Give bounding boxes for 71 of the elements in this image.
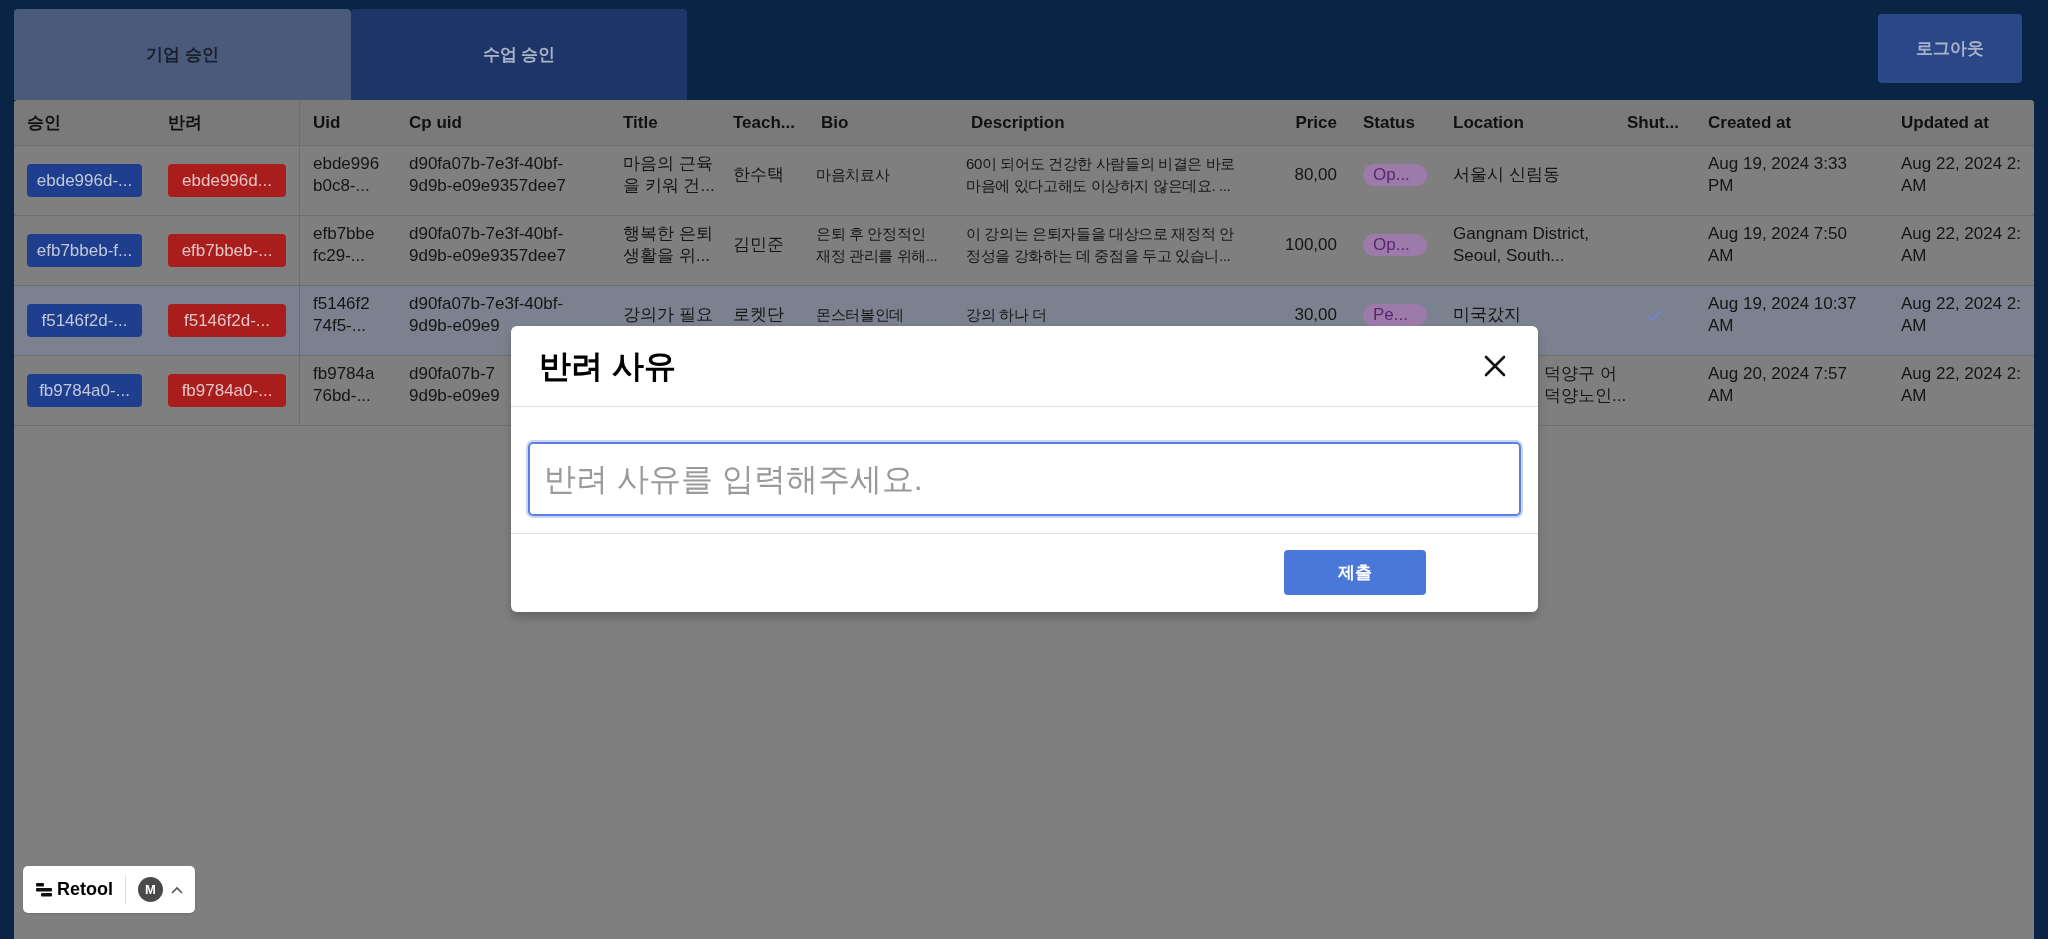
- table-cell: ebde996 b0c8-...: [313, 152, 380, 197]
- column-header[interactable]: Created at: [1695, 109, 1888, 136]
- status-badge: Op...: [1363, 163, 1427, 186]
- table-cell-text: 몬스터볼인데: [816, 304, 904, 325]
- table-cell: 한수택: [733, 163, 784, 186]
- reject-button[interactable]: fb9784a0-...: [168, 374, 286, 407]
- approve-button[interactable]: f5146f2d-...: [27, 304, 142, 337]
- table-cell-text: 이 강의는 은퇴자들을 대상으로 재정적 안 정성을 강화하는 데 중점을 두고 있습니...: [966, 223, 1234, 266]
- column-header[interactable]: Title: [610, 109, 720, 136]
- table-cell: Aug 22, 2024 2: AM: [1901, 152, 2022, 197]
- column-header[interactable]: 승인: [14, 109, 155, 136]
- table-cell: efb7bbe fc29-...: [313, 222, 375, 267]
- table-cell: 행복한 은퇴 생활을 위...: [623, 222, 713, 267]
- table-cell-text: 마음치료사: [816, 164, 890, 185]
- reject-button[interactable]: efb7bbeb-...: [168, 234, 286, 267]
- approve-button[interactable]: efb7bbeb-f...: [27, 234, 142, 267]
- close-icon[interactable]: [1484, 355, 1506, 377]
- column-header[interactable]: Status: [1350, 109, 1440, 136]
- column-header[interactable]: Updated at: [1888, 109, 2034, 136]
- approve-button[interactable]: ebde996d-...: [27, 164, 142, 197]
- table-cell: Aug 22, 2024 2: AM: [1901, 362, 2022, 407]
- logout-button[interactable]: 로그아웃: [1878, 14, 2022, 83]
- table-cell: 미국갔지: [1453, 303, 1521, 326]
- table-cell: 덕양구 어 덕양노인...: [1544, 362, 1627, 407]
- table-cell-text: 강의 하나 더: [966, 304, 1047, 325]
- tab[interactable]: 수업 승인: [351, 9, 687, 100]
- column-header[interactable]: Shut...: [1614, 109, 1695, 136]
- table-cell: d90fa07b-7e3f-40bf- 9d9b-e09e9357dee7: [409, 152, 566, 197]
- reject-button[interactable]: ebde996d...: [168, 164, 286, 197]
- user-avatar[interactable]: M: [138, 877, 163, 902]
- table-cell: Aug 22, 2024 2: AM: [1901, 292, 2022, 337]
- table-cell: d90fa07b-7e3f-40bf- 9d9b-e09e9: [409, 292, 564, 337]
- table-cell: 마음의 근육 을 키워 건...: [623, 152, 715, 197]
- table-cell: d90fa07b-7 9d9b-e09e9: [409, 362, 500, 407]
- table-cell: 강의가 필요: [623, 303, 713, 326]
- table-cell: Aug 22, 2024 2: AM: [1901, 222, 2022, 267]
- table-cell: Aug 19, 2024 7:50 AM: [1708, 222, 1847, 267]
- column-header[interactable]: Bio: [808, 109, 958, 136]
- tab[interactable]: 기업 승인: [14, 9, 351, 100]
- table-cell: Gangnam District, Seoul, South...: [1453, 222, 1590, 267]
- table-cell: f5146f2 74f5-...: [313, 292, 370, 337]
- column-header[interactable]: Description: [958, 109, 1270, 136]
- column-header[interactable]: Uid: [300, 109, 396, 136]
- table-cell: fb9784a 76bd-...: [313, 362, 375, 407]
- table-cell: 로켓단: [733, 303, 784, 326]
- column-header[interactable]: 반려: [155, 100, 300, 145]
- column-header[interactable]: Teach...: [720, 109, 808, 136]
- logo-icon: [36, 882, 52, 897]
- table-cell: 서울시 신림동: [1453, 163, 1560, 186]
- table-cell: 80,00: [1294, 163, 1337, 186]
- table-cell-text: 은퇴 후 안정적인 재정 관리를 위해...: [816, 223, 938, 266]
- column-header[interactable]: Price: [1270, 109, 1350, 136]
- modal-title: 반려 사유: [539, 347, 676, 386]
- table-cell: Aug 20, 2024 7:57 AM: [1708, 362, 1847, 407]
- table-cell: 김민준: [733, 233, 784, 256]
- table-cell-text: 60이 되어도 건강한 사람들의 비결은 바로 마음에 있다고해도 이상하지 않은데요. ...: [966, 153, 1235, 196]
- status-badge: Pe...: [1363, 303, 1427, 326]
- table-cell: Aug 19, 2024 3:33 PM: [1708, 152, 1847, 197]
- caret-up-icon[interactable]: [171, 885, 183, 894]
- table-cell: 100,00: [1285, 233, 1337, 256]
- submit-button[interactable]: 제출: [1284, 550, 1426, 595]
- table-cell: Aug 19, 2024 10:37 AM: [1708, 292, 1857, 337]
- reason-input-field[interactable]: 반려 사유를 입력해주세요.: [528, 442, 1521, 516]
- status-badge: Op...: [1363, 233, 1427, 256]
- table-cell: 30,00: [1294, 303, 1337, 326]
- column-header[interactable]: Location: [1440, 109, 1614, 136]
- column-header[interactable]: Cp uid: [396, 109, 610, 136]
- approve-button[interactable]: fb9784a0-...: [27, 374, 142, 407]
- retool-label[interactable]: Retool: [57, 876, 113, 903]
- reject-button[interactable]: f5146f2d-...: [168, 304, 286, 337]
- table-cell: d90fa07b-7e3f-40bf- 9d9b-e09e9357dee7: [409, 222, 566, 267]
